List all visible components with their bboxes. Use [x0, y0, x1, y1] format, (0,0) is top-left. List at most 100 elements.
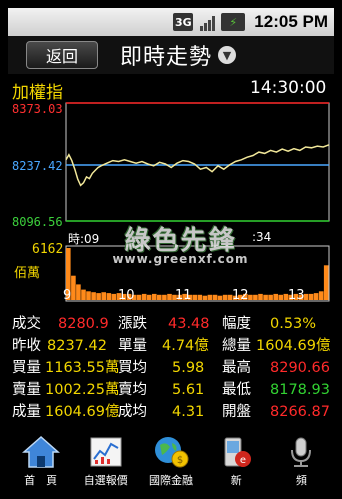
volume-bar [207, 294, 213, 300]
stat-label: 開盤 [222, 404, 251, 420]
y-label-high: 8373.03 [12, 102, 63, 116]
volume-bar [248, 294, 253, 300]
svg-text:e: e [240, 455, 246, 466]
bottom-navigation: 首 頁 自選報價 $ 國際金融 e 新 頻 [8, 432, 334, 492]
globe-money-icon: $ [151, 434, 191, 470]
stat-label: 買量 [12, 360, 41, 376]
volume-bar [258, 293, 263, 300]
page-title[interactable]: 即時走勢 [120, 39, 212, 71]
stat-value: 43.48 [168, 316, 210, 332]
volume-bar [202, 295, 208, 300]
volume-bar [71, 275, 76, 300]
stat-label: 成量 [12, 404, 41, 420]
nav-home-label: 首 頁 [24, 474, 58, 487]
volume-bar [212, 294, 218, 300]
volume-bar [318, 291, 324, 300]
stat-label: 總量 [222, 338, 251, 354]
y-label-reference: 8237.42 [12, 159, 63, 173]
phone-news-icon: e [216, 434, 256, 470]
volume-bar [197, 294, 203, 300]
nav-news-label: 新 [230, 474, 242, 487]
quote-stats-table: 成交 8280.9 漲跌 43.48 幅度 0.53% 昨收 8237.42 單… [12, 313, 334, 423]
svg-text:$: $ [177, 455, 183, 466]
stat-value: 5.98 [172, 360, 205, 376]
nav-audio-label: 頻 [295, 474, 307, 487]
status-time: 12:05 PM [254, 12, 328, 31]
home-icon [21, 434, 61, 470]
stat-value: 1002.25萬 [45, 382, 120, 398]
nav-international-label: 國際金融 [149, 474, 193, 487]
stat-label: 賣均 [118, 382, 147, 398]
volume-bar [273, 293, 278, 300]
volume-bar [278, 294, 283, 300]
back-button[interactable]: 返回 [26, 41, 98, 69]
stat-label: 單量 [118, 338, 147, 354]
volume-bar [136, 294, 142, 300]
stat-value: 8290.66 [270, 360, 330, 376]
stats-row: 買量 1163.55萬 買均 5.98 最高 8290.66 [12, 357, 334, 379]
stat-value: 4.74億 [162, 338, 209, 354]
volume-bar [152, 293, 157, 300]
volume-bar [76, 284, 81, 300]
chart-time: 14:30:00 [250, 78, 327, 98]
chevron-down-icon[interactable]: ▼ [218, 46, 237, 64]
stat-label: 成均 [118, 404, 147, 420]
stat-value: 1604.69億 [45, 404, 120, 420]
volume-bar [308, 293, 314, 300]
nav-news[interactable]: e 新 [204, 432, 269, 492]
nav-home[interactable]: 首 頁 [8, 432, 73, 492]
volume-max-label: 6162 [32, 242, 64, 257]
volume-bar [141, 293, 147, 300]
volume-bar [91, 292, 96, 300]
battery-charging-icon: ⚡ [221, 13, 246, 31]
nav-audio[interactable]: 頻 [269, 432, 334, 492]
price-plot-frame [65, 102, 330, 222]
stat-value: 1604.69億 [256, 338, 331, 354]
stat-label: 成交 [12, 316, 41, 332]
x-tick-label: 9 [63, 288, 72, 303]
volume-bar [192, 294, 197, 300]
volume-bar [313, 293, 319, 300]
nav-international[interactable]: $ 國際金融 [138, 432, 203, 492]
nav-watchlist[interactable]: 自選報價 [73, 432, 138, 492]
stat-label: 賣量 [12, 382, 41, 398]
title-bar: 返回 即時走勢 ▼ [8, 36, 334, 74]
network-3g-icon: 3G [173, 13, 194, 31]
stat-label: 漲跌 [118, 316, 147, 332]
volume-bar [96, 293, 101, 300]
volume-bar [222, 294, 228, 300]
volume-bar [253, 294, 258, 300]
cursor-time-label: 時:09 [68, 232, 100, 246]
volume-bar [263, 294, 268, 300]
x-tick-label: 12 [232, 288, 249, 303]
volume-bar [146, 294, 152, 300]
volume-bar [167, 293, 172, 300]
stat-label: 最低 [222, 382, 251, 398]
stat-value: 4.31 [172, 404, 205, 420]
intraday-chart[interactable] [8, 98, 334, 314]
volume-bar [157, 294, 162, 300]
stat-value: 8280.9 [58, 316, 109, 332]
x-tick-label: 11 [175, 288, 192, 303]
watchlist-chart-icon [86, 434, 126, 470]
stat-value: 8266.87 [270, 404, 330, 420]
x-tick-label: 10 [118, 288, 135, 303]
volume-bar [217, 295, 223, 300]
volume-bar [106, 293, 112, 300]
volume-bar [86, 291, 91, 300]
volume-bar [111, 293, 117, 300]
volume-bar [101, 292, 106, 300]
cursor-price-label: :34 [252, 230, 272, 244]
status-bar: 3G ⚡ 12:05 PM [8, 8, 334, 36]
stats-row: 昨收 8237.42 單量 4.74億 總量 1604.69億 [12, 335, 334, 357]
volume-bar [323, 265, 329, 300]
stat-value: 5.61 [172, 382, 205, 398]
volume-bar [268, 294, 273, 300]
stat-label: 最高 [222, 360, 251, 376]
signal-strength-icon [198, 13, 216, 31]
volume-unit-label: 佰萬 [14, 266, 41, 281]
volume-bar [81, 289, 86, 300]
y-label-low: 8096.56 [12, 215, 63, 229]
stats-row: 成量 1604.69億 成均 4.31 開盤 8266.87 [12, 401, 334, 423]
stat-label: 買均 [118, 360, 147, 376]
